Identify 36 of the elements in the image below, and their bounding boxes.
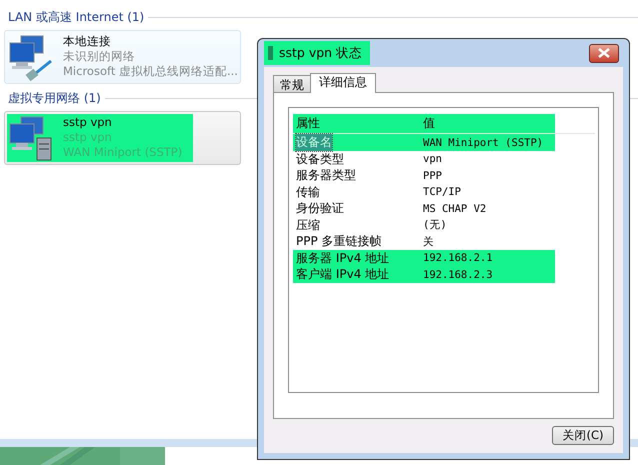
value-cell-text: WAN Miniport (SSTP) [423,136,544,148]
property-cell[interactable]: PPP 多重链接帧 [296,233,382,250]
tab[interactable]: 详细信息 [310,73,376,93]
column-header[interactable]: 值 [423,115,595,132]
connection-device: WAN Miniport (SSTP) [63,145,182,160]
connection-status: 未识别的网络 [63,49,136,64]
connection-status: sstp vpn [63,130,113,145]
value-cell-text: 192.168.2.3 [423,268,494,280]
column-header[interactable]: 属性 [296,115,320,132]
value-cell-text: (无) [423,218,448,232]
connection-name: sstp vpn [63,115,113,130]
property-cell[interactable]: 身份验证 [296,200,344,217]
connection-item[interactable]: sstp vpn sstp vpn WAN Miniport (SSTP) [4,111,241,165]
property-cell[interactable]: 压缩 [296,216,320,234]
close-button[interactable] [589,44,619,62]
dialog-title: sstp vpn 状态 [279,44,362,62]
value-cell-text: vpn [423,153,443,165]
value-cell-text: TCP/IP [423,186,462,198]
connection-device: Microsoft 虚拟机总线网络适配... [63,64,238,79]
connection-name: 本地连接 [63,34,112,49]
value-cell-text: MS CHAP V2 [423,202,488,214]
value-cell-text: 关 [423,234,435,248]
group-title: 虚拟专用网络 (1) [8,90,101,106]
signal-icon [268,46,273,60]
property-cell[interactable]: 服务器 IPv4 地址 [296,250,390,266]
value-cell-text: PPP [423,170,443,182]
property-cell[interactable]: 客户端 IPv4 地址 [296,266,390,283]
value-cell-text: 192.168.2.1 [423,252,494,264]
close-icon [597,48,611,58]
group-title: LAN 或高速 Internet (1) [8,8,144,26]
connection-item[interactable]: 本地连接 未识别的网络 Microsoft 虚拟机总线网络适配... [4,30,241,84]
close-button[interactable]: 关闭(C) [552,426,614,445]
property-cell[interactable]: 服务器类型 [296,167,356,184]
property-cell[interactable]: 传输 [296,184,320,200]
tab[interactable]: 常规 [273,75,311,93]
property-cell[interactable]: 设备类型 [296,150,344,168]
